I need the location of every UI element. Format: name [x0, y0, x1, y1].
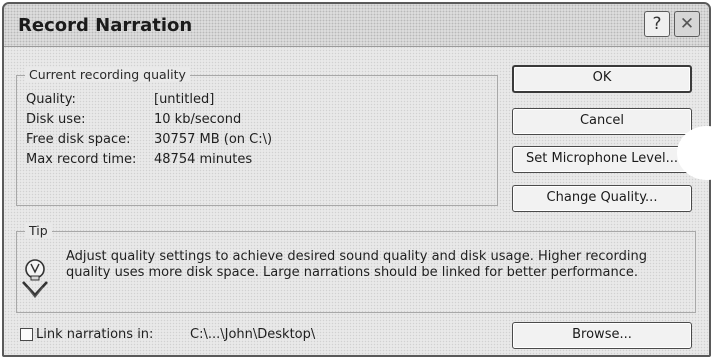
ok-button[interactable]: OK: [512, 65, 692, 93]
tip-text: Adjust quality settings to achieve desir…: [66, 249, 647, 280]
disk-use-value: 10 kb/second: [154, 112, 242, 127]
quality-label: Quality:: [26, 92, 76, 107]
quality-value: [untitled]: [154, 92, 215, 107]
dialog-title: Record Narration: [18, 15, 193, 36]
link-narrations-label[interactable]: Link narrations in:: [36, 327, 153, 342]
current-quality-label: Current recording quality: [25, 67, 190, 82]
tip-label: Tip: [25, 223, 52, 238]
close-button[interactable]: ✕: [674, 11, 700, 37]
title-bar[interactable]: Record Narration ? ✕: [4, 4, 709, 47]
help-button[interactable]: ?: [644, 11, 670, 37]
max-record-time-value: 48754 minutes: [154, 152, 253, 167]
free-disk-space-value: 30757 MB (on C:\): [154, 132, 273, 147]
link-narrations-checkbox[interactable]: [20, 328, 33, 341]
browse-button[interactable]: Browse...: [512, 322, 692, 349]
free-disk-space-label: Free disk space:: [26, 132, 131, 147]
disk-use-label: Disk use:: [26, 112, 86, 127]
cancel-button[interactable]: Cancel: [512, 108, 692, 135]
max-record-time-label: Max record time:: [26, 152, 137, 167]
lightbulb-icon: [22, 259, 48, 299]
link-path: C:\...\John\Desktop\: [190, 327, 316, 342]
change-quality-button[interactable]: Change Quality...: [512, 185, 692, 212]
record-narration-dialog: Record Narration ? ✕ Current recording q…: [2, 2, 711, 357]
set-microphone-level-button[interactable]: Set Microphone Level...: [512, 146, 692, 173]
